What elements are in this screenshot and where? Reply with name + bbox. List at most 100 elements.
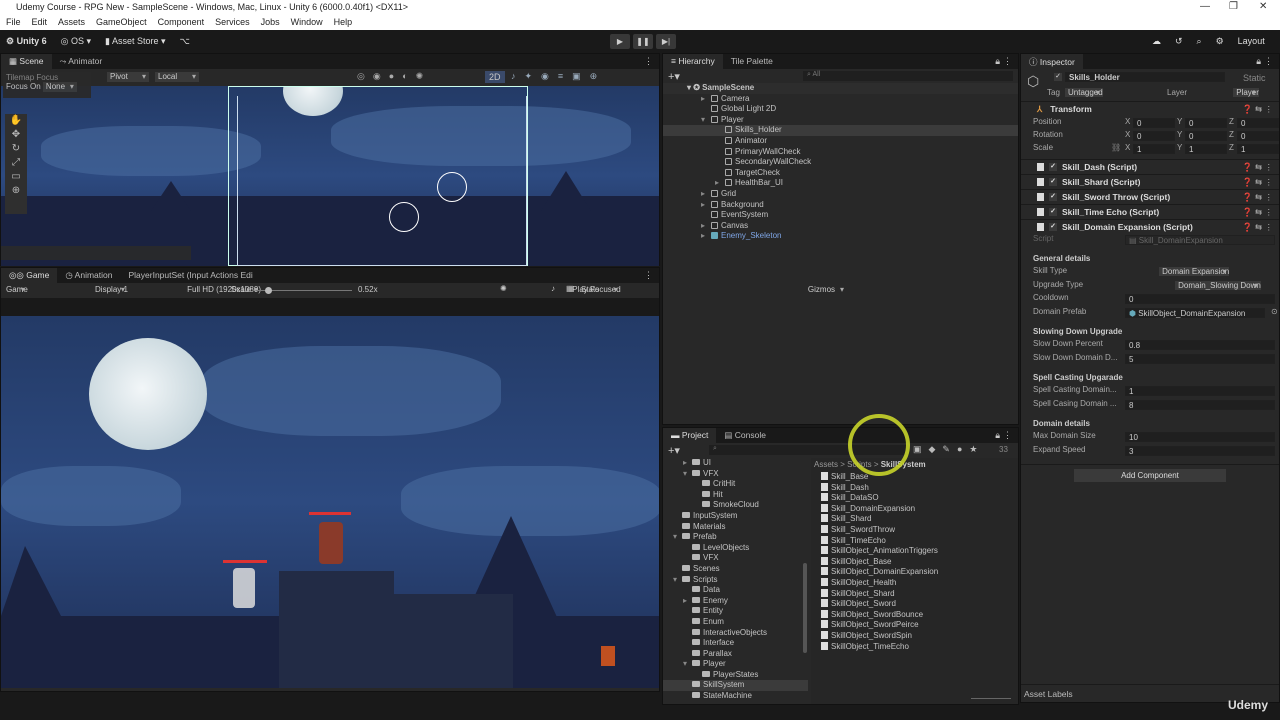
property-dropdown[interactable]: Domain_Slowing Down [1175,280,1261,290]
hierarchy-item[interactable]: Skills_Holder [663,125,1018,136]
expand-arrow[interactable]: ▸ [701,200,711,211]
property-field[interactable]: 0.8 [1125,340,1275,350]
folder-item[interactable]: Hit [663,490,808,501]
os-dropdown[interactable]: ◎ OS ▾ [61,36,91,47]
script-file-item[interactable]: SkillObject_SwordPeirce [821,620,1018,631]
more-options-icon[interactable]: ⋮ [1264,56,1273,67]
search-icon[interactable]: ⌕ [1197,36,1202,47]
transform-y-field[interactable]: 0 [1185,118,1227,128]
cloud-icon[interactable]: ☁ [1152,36,1161,47]
script-file-item[interactable]: Skill_DomainExpansion [821,503,1018,515]
folder-item[interactable]: ▾ Prefab [663,532,808,543]
component-header[interactable]: ✓ Skill_Time Echo (Script) ❓ ⇆ ⋮ [1021,204,1279,219]
folder-item[interactable]: InteractiveObjects [663,628,808,639]
folder-item[interactable]: CritHit [663,479,808,490]
minimize-button[interactable]: — [1200,1,1210,12]
folder-item[interactable]: ▸ Enemy [663,596,808,607]
script-file-item[interactable]: SkillObject_Health [821,577,1018,589]
version-control-icon[interactable]: ⌥ [180,36,190,47]
component-menu-icons[interactable]: ❓ ⇆ ⋮ [1242,207,1273,218]
lock-icon[interactable]: 🔒︎ [995,56,1000,67]
scale-slider-knob[interactable] [265,287,272,294]
folder-item[interactable]: InputSystem [663,511,808,522]
tag-dropdown[interactable]: Untagged [1065,88,1103,97]
tab-input-actions[interactable]: PlayerInputSet (Input Actions Edi [120,268,260,283]
pause-button[interactable]: ❚❚ [633,33,653,49]
hierarchy-item[interactable]: TargetCheck [663,168,1018,179]
component-enabled-checkbox[interactable]: ✓ [1049,193,1057,201]
menu-help[interactable]: Help [334,17,353,30]
2d-toggle[interactable]: 2D [485,71,505,83]
hierarchy-item[interactable]: ▸ Grid [663,189,1018,200]
gameobject-name-input[interactable]: Skills_Holder [1065,72,1225,82]
step-button[interactable]: ▶| [656,33,676,49]
expand-arrow[interactable]: ▾ [683,469,692,480]
hierarchy-item[interactable]: ▸ HealthBar_UI [663,178,1018,189]
layer-dropdown[interactable]: Player [1233,88,1259,97]
folder-item[interactable]: StateMachine [663,691,808,702]
expand-arrow[interactable]: ▾ [701,115,711,126]
property-field[interactable]: 3 [1125,445,1275,456]
folder-item[interactable]: ▸ UI [663,458,808,469]
grid-icon[interactable]: ▦ [566,284,574,293]
tab-game[interactable]: ◎◎ Game [1,268,58,283]
component-enabled-checkbox[interactable]: ✓ [1049,223,1057,231]
component-menu-icons[interactable]: ❓ ⇆ ⋮ [1242,162,1273,173]
transform-y-field[interactable]: 1 [1185,144,1227,154]
hierarchy-item[interactable]: Animator [663,136,1018,147]
lock-icon[interactable]: 🔒︎ [995,430,1000,441]
property-dropdown[interactable]: Domain Expansion [1159,267,1230,276]
menu-gameobject[interactable]: GameObject [96,17,147,30]
component-enabled-checkbox[interactable]: ✓ [1049,178,1057,186]
expand-arrow[interactable]: ▸ [683,458,692,469]
scene-tools-overlay[interactable]: ✋ ✥ ↻ ⤢ ▭ ⊕ [5,114,27,214]
add-component-button[interactable]: Add Component [1074,469,1226,482]
layout-dropdown[interactable]: Layout [1238,36,1265,46]
menu-file[interactable]: File [6,17,21,30]
folder-item[interactable]: ▾ VFX [663,469,808,480]
draw-mode-icons[interactable]: ◎◉●◐✺ [357,71,431,82]
script-file-item[interactable]: Skill_DataSO [821,493,1018,504]
game-mode-dropdown[interactable]: Game [3,285,28,294]
script-file-item[interactable]: SkillObject_TimeEcho [821,641,1018,653]
transform-z-field[interactable]: 1 [1237,144,1279,154]
folder-item[interactable]: SmokeCloud [663,500,808,511]
audio-icon[interactable]: ♪ [551,284,555,293]
folder-item[interactable]: Entity [663,606,808,617]
component-menu-icons[interactable]: ❓ ⇆ ⋮ [1242,177,1273,188]
component-menu-icons[interactable]: ❓ ⇆ ⋮ [1242,222,1273,233]
expand-arrow[interactable]: ▾ [673,575,682,586]
hierarchy-item[interactable]: Global Light 2D [663,104,1018,115]
folder-item[interactable]: Parallax [663,649,808,660]
script-file-item[interactable]: Skill_Dash [821,482,1018,494]
hierarchy-item[interactable]: SecondaryWallCheck [663,157,1018,168]
more-options-icon[interactable]: ⋮ [1003,430,1012,441]
script-file-item[interactable]: SkillObject_AnimationTriggers [821,546,1018,557]
component-header[interactable]: ✓ Skill_Sword Throw (Script) ❓ ⇆ ⋮ [1021,189,1279,204]
display-dropdown[interactable]: Display 1 [92,285,128,294]
script-file-item[interactable]: SkillObject_SwordBounce [821,609,1018,621]
hierarchy-item[interactable]: ▸ Canvas [663,221,1018,232]
transform-x-field[interactable]: 1 [1133,144,1175,154]
transform-header[interactable]: ⅄ Transform ❓ ⇆ ⋮ [1021,101,1279,116]
create-button[interactable]: +▾ [668,444,680,457]
scene-root[interactable]: ▾ ✪ SampleScene [663,83,1018,94]
tab-scene[interactable]: ▦ Scene [1,54,52,69]
component-header[interactable]: ✓ Skill_Dash (Script) ❓ ⇆ ⋮ [1021,159,1279,174]
property-field[interactable]: 5 [1125,353,1275,364]
folder-item[interactable]: PlayerStates [663,670,808,681]
menu-window[interactable]: Window [291,17,323,30]
hierarchy-item[interactable]: EventSystem [663,210,1018,221]
tab-inspector[interactable]: ⓘ Inspector [1021,54,1083,69]
menu-component[interactable]: Component [158,17,205,30]
hierarchy-item[interactable]: ▸ Enemy_Skeleton [663,231,1018,242]
breadcrumb-item[interactable]: Assets [814,460,838,469]
expand-arrow[interactable]: ▸ [683,596,692,607]
transform-z-field[interactable]: 0 [1237,131,1279,141]
tab-hierarchy[interactable]: ≡ Hierarchy [663,54,723,69]
folder-item[interactable]: Interface [663,638,808,649]
hierarchy-search-input[interactable]: ⌕ All [803,71,1013,81]
expand-arrow[interactable]: ▸ [701,231,711,242]
more-options-icon[interactable]: ⋮ [644,270,653,281]
hierarchy-item[interactable]: ▸ Camera [663,94,1018,105]
